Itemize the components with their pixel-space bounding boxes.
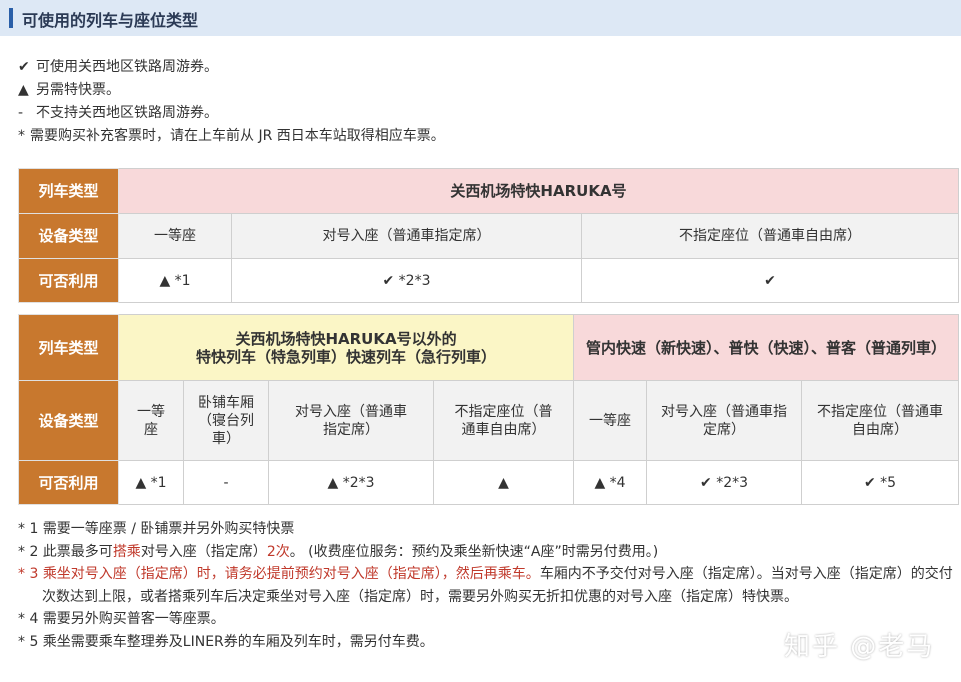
- row-label-train-type: 列车类型: [18, 314, 119, 381]
- row-label-seat-type: 设备类型: [18, 213, 119, 259]
- train-name-line: 特快列车（特急列車）快速列车（急行列車）: [196, 347, 497, 366]
- seat-type-cell: 对号入座（普通車指定席）: [646, 380, 803, 461]
- watermark: 知乎 @老马: [784, 632, 935, 662]
- availability-cell: ✔ *5: [801, 460, 960, 505]
- row-label-availability: 可否利用: [18, 258, 119, 303]
- availability-cell: ▲ *1: [118, 258, 232, 303]
- footnote-text: * 2 此票最多可: [18, 543, 113, 560]
- triangle-icon: ▲: [18, 82, 29, 98]
- seat-type-cell: 卧铺车厢（寝台列車）: [183, 380, 269, 461]
- legend-item: - 不支持关西地区铁路周游券。: [18, 102, 445, 125]
- footnote-3: * 3 乘坐对号入座（指定席）时，请务必提前预约对号入座（指定席），然后再乘车。…: [18, 563, 958, 608]
- row-label-availability: 可否利用: [18, 460, 119, 505]
- availability-cell: -: [183, 460, 269, 505]
- availability-cell: ▲ *2*3: [268, 460, 434, 505]
- legend-text: 可使用关西地区铁路周游券。: [36, 59, 218, 75]
- availability-cell: ▲ *4: [573, 460, 648, 505]
- footnote-highlight: 乘坐对号入座（指定席）时，请务必提前预约对号入座（指定席），然后再乘车。: [42, 566, 540, 582]
- train-name-local: 管内快速（新快速）、普快（快速）、普客（普通列車）: [573, 314, 960, 381]
- seat-type-cell: 不指定座位（普通車自由席）: [581, 213, 959, 259]
- availability-cell: ▲: [432, 460, 575, 505]
- footnote-2: * 2 此票最多可搭乘对号入座（指定席）2次。 (收费座位服务：预约及乘坐新快速…: [18, 541, 958, 564]
- header-accent-bar: [9, 8, 13, 28]
- row-label-train-type: 列车类型: [18, 168, 119, 214]
- legend-item: * 需要购买补充客票时，请在上车前从 JR 西日本车站取得相应车票。: [18, 125, 445, 148]
- legend-text: 另需特快票。: [36, 82, 120, 98]
- seat-type-cell: 一等座: [573, 380, 648, 461]
- seat-type-cell: 对号入座（普通車指定席）: [231, 213, 582, 259]
- asterisk-icon: *: [18, 128, 25, 144]
- seat-type-cell: 一等座: [118, 380, 184, 461]
- legend-text: 需要购买补充客票时，请在上车前从 JR 西日本车站取得相应车票。: [30, 128, 445, 144]
- availability-cell: ✔: [581, 258, 959, 303]
- footnote-highlight: 2次: [266, 543, 290, 560]
- availability-cell: ▲ *1: [118, 460, 184, 505]
- footnote-text: 对号入座（指定席）: [140, 543, 267, 560]
- other-trains-table: 列车类型 关西机场特快HARUKA号以外的 特快列车（特急列車）快速列车（急行列…: [18, 314, 960, 505]
- footnote-1: * 1 需要一等座票 / 卧铺票并另外购买特快票: [18, 521, 295, 537]
- dash-icon: -: [18, 105, 24, 121]
- section-header: 可使用的列车与座位类型: [0, 0, 961, 36]
- legend-item: ▲ 另需特快票。: [18, 79, 445, 102]
- page-title: 可使用的列车与座位类型: [22, 11, 199, 30]
- checkmark-icon: ✔: [18, 59, 30, 75]
- legend: ✔ 可使用关西地区铁路周游券。 ▲ 另需特快票。 - 不支持关西地区铁路周游券。…: [18, 56, 445, 148]
- legend-text: 不支持关西地区铁路周游券。: [36, 105, 218, 121]
- seat-type-cell: 不指定座位（普通車自由席）: [801, 380, 960, 461]
- seat-type-cell: 不指定座位（普通車自由席）: [432, 380, 575, 461]
- footnote-highlight: 搭乘: [112, 543, 141, 560]
- train-name-limited-express: 关西机场特快HARUKA号以外的 特快列车（特急列車）快速列车（急行列車）: [117, 314, 575, 381]
- haruka-table: 列车类型 关西机场特快HARUKA号 设备类型 一等座 对号入座（普通車指定席）…: [18, 168, 959, 303]
- train-name-haruka: 关西机场特快HARUKA号: [118, 168, 959, 214]
- availability-cell: ✔ *2*3: [231, 258, 582, 303]
- legend-item: ✔ 可使用关西地区铁路周游券。: [18, 56, 445, 79]
- seat-type-cell: 一等座: [118, 213, 232, 259]
- seat-type-cell: 对号入座（普通車指定席）: [268, 380, 434, 461]
- availability-cell: ✔ *2*3: [646, 460, 803, 505]
- footnote-prefix: * 3: [18, 566, 43, 582]
- train-name-line: 关西机场特快HARUKA号以外的: [235, 329, 457, 348]
- footnote-text: 。 (收费座位服务：预约及乘坐新快速“A座”时需另付费用。): [289, 543, 659, 560]
- row-label-seat-type: 设备类型: [18, 380, 119, 461]
